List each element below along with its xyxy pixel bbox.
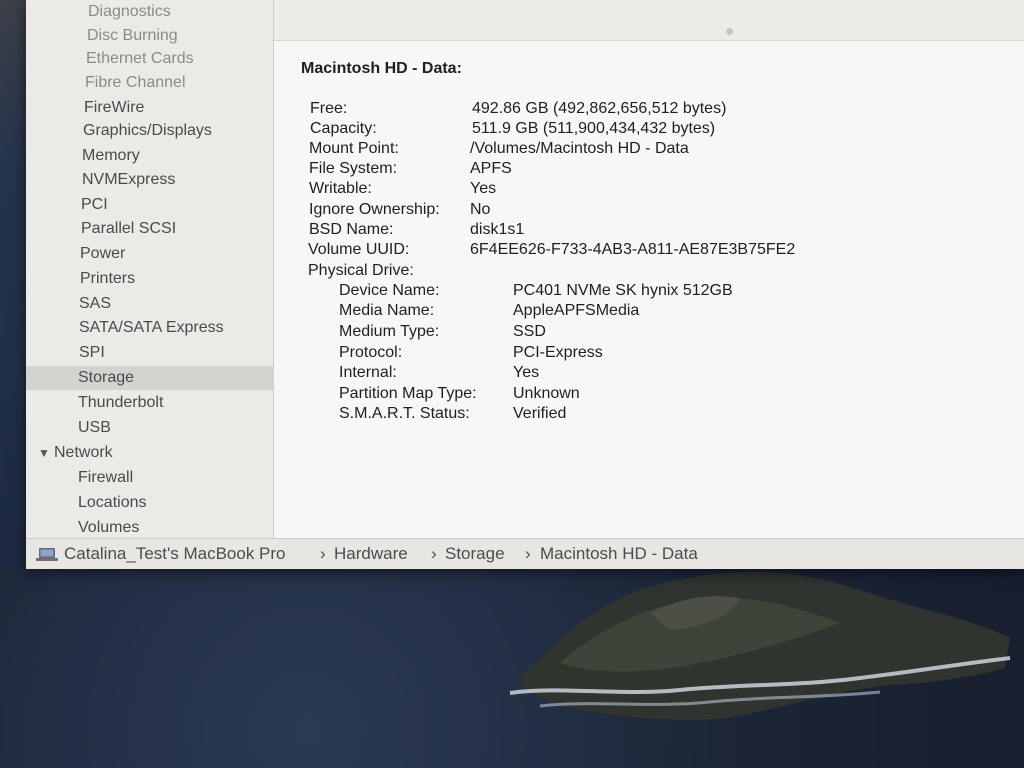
field-key: Protocol:: [339, 344, 403, 361]
sidebar-item-firewire[interactable]: FireWire: [26, 96, 273, 120]
sidebar-item-label: USB: [78, 419, 111, 436]
sidebar-item-label: Volumes: [78, 519, 140, 536]
system-information-window: Diagnostics Disc Burning Ethernet Cards …: [26, 0, 1024, 569]
path-separator: ›: [525, 544, 531, 563]
sidebar-item-pci[interactable]: PCI: [26, 193, 273, 217]
field-key: Volume UUID:: [308, 241, 410, 258]
sidebar-item-label: Thunderbolt: [78, 394, 164, 411]
sidebar-item-label: Diagnostics: [88, 3, 171, 20]
field-value: 492.86 GB (492,862,656,512 bytes): [472, 100, 727, 117]
field-key: Media Name:: [339, 302, 435, 319]
sidebar-item-parallel-scsi[interactable]: Parallel SCSI: [26, 217, 273, 241]
field-value: APFS: [470, 160, 512, 177]
field-value: Yes: [513, 364, 540, 381]
field-value: AppleAPFSMedia: [513, 302, 640, 319]
sidebar-item-volumes[interactable]: Volumes: [26, 516, 273, 538]
sidebar-item-label: Disc Burning: [87, 27, 178, 44]
path-segment-hardware[interactable]: Hardware: [334, 539, 408, 569]
field-value: PC401 NVMe SK hynix 512GB: [513, 282, 733, 299]
sidebar-item-printers[interactable]: Printers: [26, 267, 273, 291]
sidebar-item-label: Fibre Channel: [85, 74, 186, 91]
field-key: Physical Drive:: [308, 262, 414, 279]
detail-pane: Macintosh HD - Data: Free: 492.86 GB (49…: [274, 0, 1024, 538]
path-segment-computer[interactable]: Catalina_Test's MacBook Pro: [64, 539, 286, 569]
path-separator: ›: [431, 544, 437, 563]
sidebar-group-label: Network: [54, 444, 113, 461]
path-segment-volume[interactable]: Macintosh HD - Data: [540, 539, 698, 569]
sidebar-item-label: Graphics/Displays: [83, 122, 212, 139]
sidebar-item-spi[interactable]: SPI: [26, 341, 273, 365]
sidebar-item-label: Ethernet Cards: [86, 50, 194, 67]
field-value: Unknown: [513, 385, 580, 402]
sidebar-item-label: SAS: [79, 295, 112, 312]
field-value: PCI-Express: [513, 344, 603, 361]
sidebar-item-power[interactable]: Power: [26, 242, 273, 266]
field-key: Mount Point:: [309, 140, 399, 157]
sidebar-item-label: Power: [80, 245, 126, 262]
field-key: Partition Map Type:: [339, 385, 477, 402]
path-bar: Catalina_Test's MacBook Pro › Hardware ›…: [26, 538, 1024, 569]
sidebar-item-fibre-channel[interactable]: Fibre Channel: [26, 71, 273, 95]
sidebar-item-label: SATA/SATA Express: [79, 319, 224, 336]
field-key: Ignore Ownership:: [309, 201, 440, 218]
field-key: BSD Name:: [309, 221, 394, 238]
island-wallpaper: [509, 571, 1011, 720]
sidebar-item-label: Firewall: [78, 469, 134, 486]
laptop-icon: [36, 548, 58, 561]
sidebar-item-diagnostics[interactable]: Diagnostics: [26, 0, 273, 24]
sidebar-item-nvmexpress[interactable]: NVMExpress: [26, 168, 273, 192]
desktop-edge: [0, 0, 28, 570]
sidebar-item-sas[interactable]: SAS: [26, 292, 273, 316]
volume-title: Macintosh HD - Data:: [301, 60, 462, 77]
sidebar-item-label: Parallel SCSI: [81, 220, 177, 237]
field-key: S.M.A.R.T. Status:: [339, 405, 470, 422]
field-value: No: [470, 201, 491, 218]
sidebar-item-locations[interactable]: Locations: [26, 491, 273, 515]
sidebar-item-label: Storage: [78, 369, 135, 386]
sidebar-item-label: Printers: [80, 270, 136, 287]
field-key: File System:: [309, 160, 398, 177]
field-value: disk1s1: [470, 221, 525, 238]
sidebar-item-label: PCI: [81, 196, 108, 213]
sidebar-item-label: NVMExpress: [82, 171, 176, 188]
sidebar-item-memory[interactable]: Memory: [26, 144, 273, 168]
sidebar-item-usb[interactable]: USB: [26, 416, 273, 440]
field-key: Medium Type:: [339, 323, 440, 340]
sidebar-item-label: FireWire: [84, 99, 145, 116]
field-key: Free:: [310, 100, 348, 117]
field-value: Yes: [470, 180, 497, 197]
field-value: /Volumes/Macintosh HD - Data: [470, 140, 689, 157]
split-view-handle[interactable]: [726, 28, 733, 35]
disclosure-triangle-icon[interactable]: ▼: [38, 441, 50, 465]
field-value: 511.9 GB (511,900,434,432 bytes): [472, 120, 716, 137]
field-value: Verified: [513, 405, 567, 422]
sidebar-item-graphics-displays[interactable]: Graphics/Displays: [26, 119, 273, 143]
field-key: Internal:: [339, 364, 397, 381]
sidebar-item-sata-sata-express[interactable]: SATA/SATA Express: [26, 316, 273, 340]
sidebar-item-thunderbolt[interactable]: Thunderbolt: [26, 391, 273, 415]
sidebar-item-label: Locations: [78, 494, 147, 511]
field-key: Writable:: [309, 180, 372, 197]
field-value: SSD: [513, 323, 546, 340]
sidebar: Diagnostics Disc Burning Ethernet Cards …: [26, 0, 274, 538]
field-key: Device Name:: [339, 282, 440, 299]
sidebar-group-network[interactable]: ▼ Network: [26, 441, 273, 465]
sidebar-item-disc-burning[interactable]: Disc Burning: [26, 24, 273, 48]
sidebar-item-storage[interactable]: Storage: [26, 366, 273, 390]
device-list-pane[interactable]: [274, 0, 1024, 41]
field-key: Capacity:: [310, 120, 377, 137]
path-separator: ›: [320, 544, 326, 563]
path-segment-storage[interactable]: Storage: [445, 539, 505, 569]
sidebar-item-ethernet-cards[interactable]: Ethernet Cards: [26, 47, 273, 71]
sidebar-item-label: Memory: [82, 147, 140, 164]
sidebar-item-firewall[interactable]: Firewall: [26, 466, 273, 490]
field-value: 6F4EE626-F733-4AB3-A811-AE87E3B75FE2: [470, 241, 796, 258]
sidebar-item-label: SPI: [79, 344, 105, 361]
